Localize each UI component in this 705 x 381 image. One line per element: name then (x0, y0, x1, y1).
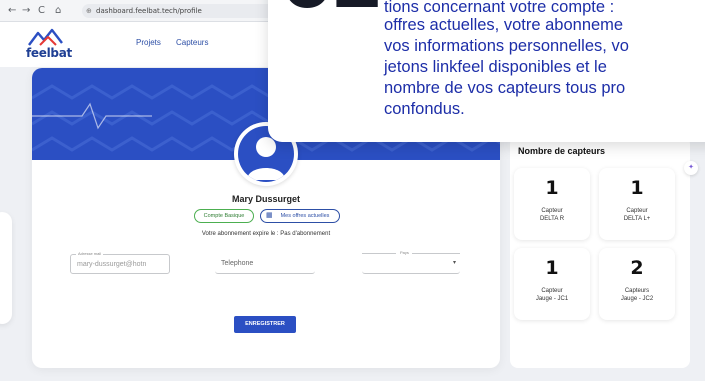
current-offers-button[interactable]: ▦ Mes offres actuelles (260, 209, 340, 223)
email-value: mary-dussurget@hotn (77, 261, 147, 268)
phone-field[interactable]: Telephone (215, 254, 315, 274)
sensor-card-delta-r[interactable]: 1 Capteur DELTA R (514, 168, 590, 240)
site-info-icon[interactable]: ⊕ (86, 4, 92, 18)
home-icon[interactable]: ⌂ (55, 4, 61, 18)
feelbat-logo[interactable]: feelbat (26, 27, 74, 63)
sensor-card-jauge-jc1[interactable]: 1 Capteur Jauge - JC1 (514, 248, 590, 320)
sensor-count: 1 (630, 177, 644, 199)
sensor-model: DELTA L+ (623, 216, 651, 222)
sensor-card-delta-l-plus[interactable]: 1 Capteur DELTA L+ (599, 168, 675, 240)
callout-line: tions concernant votre compte : (384, 0, 615, 16)
sensor-count: 2 (630, 257, 644, 279)
logo-text: feelbat (26, 46, 72, 60)
user-name: Mary Dussurget (231, 194, 301, 204)
account-type-badge[interactable]: Compte Basique (194, 209, 254, 223)
country-select[interactable]: Pays ▾ (362, 250, 460, 274)
side-tab (0, 212, 12, 324)
callout-line: offres actuelles, votre abonneme (384, 16, 624, 34)
callout-line: jetons linkfeel disponibles et le (384, 58, 607, 76)
url-text: dashboard.feelbat.tech/profile (96, 7, 202, 15)
sensor-label: Capteur (626, 208, 648, 214)
chevron-down-icon[interactable]: ▾ (453, 259, 456, 266)
sensor-count: 1 (545, 257, 559, 279)
callout-line: confondus. (384, 100, 465, 118)
nav-projets[interactable]: Projets (136, 38, 161, 47)
sensor-label: Capteur (541, 208, 563, 214)
step-number: 02 (280, 0, 385, 20)
sensor-count: 1 (545, 177, 559, 199)
sensor-card-jauge-jc2[interactable]: 2 Capteurs Jauge - JC2 (599, 248, 675, 320)
subscription-expiry-text: Votre abonnement expire le : Pas d'abonn… (201, 231, 331, 237)
nav-capteurs[interactable]: Capteurs (176, 38, 208, 47)
current-offers-label: Mes offres actuelles (280, 213, 330, 219)
save-button[interactable]: ENREGISTRER (234, 316, 296, 333)
callout-line: vos informations personnelles, vo (384, 37, 629, 55)
sensor-label: Capteur (541, 288, 563, 294)
offers-icon: ▦ (266, 212, 273, 219)
phone-placeholder: Telephone (221, 260, 254, 267)
email-field[interactable]: Adresse mail mary-dussurget@hotn (70, 251, 170, 274)
country-field-label: Pays (398, 250, 411, 255)
email-field-label: Adresse mail (76, 251, 104, 257)
sensor-model: Jauge - JC1 (535, 296, 569, 302)
sparkle-icon[interactable]: ✦ (684, 161, 698, 175)
reload-icon[interactable]: C (38, 4, 45, 18)
sensors-title: Nombre de capteurs (518, 146, 606, 156)
step-callout-card: 02 tions concernant votre compte : offre… (268, 0, 705, 142)
sensor-model: Jauge - JC2 (620, 296, 654, 302)
sensor-model: DELTA R (539, 216, 565, 222)
forward-arrow-icon[interactable]: → (22, 4, 30, 18)
callout-line: nombre de vos capteurs tous pro (384, 79, 626, 97)
sensors-panel: Nombre de capteurs 1 Capteur DELTA R 1 C… (510, 136, 690, 368)
back-arrow-icon[interactable]: ← (8, 4, 16, 18)
sensor-label: Capteurs (624, 288, 650, 294)
